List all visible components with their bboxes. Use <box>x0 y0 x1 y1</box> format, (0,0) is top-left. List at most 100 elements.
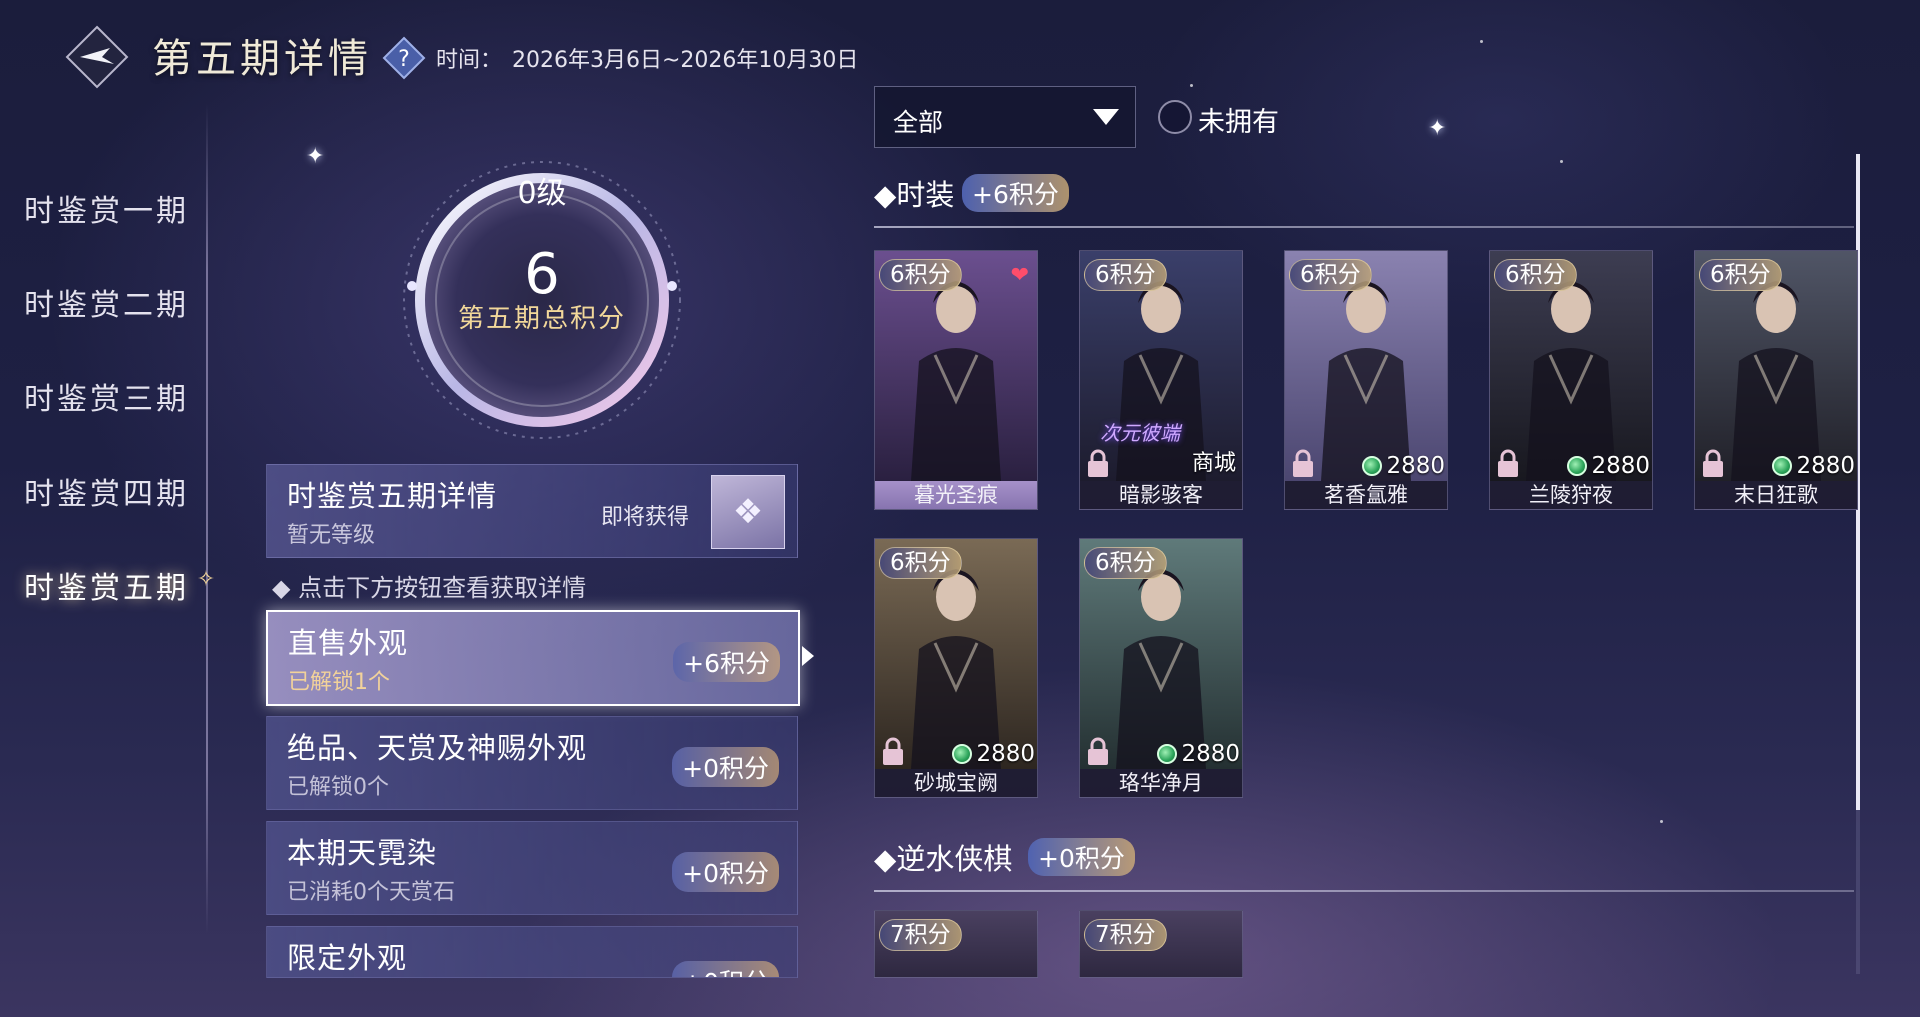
points-tag: 6积分 <box>1084 259 1167 291</box>
source-limited[interactable]: 限定外观 +0积分 <box>266 926 798 978</box>
hint-text: ◆ 点击下方按钮查看获取详情 <box>272 574 587 602</box>
outfit-name: 珞华净月 <box>1080 769 1242 797</box>
section-divider <box>874 890 1854 892</box>
price-value: 2880 <box>976 741 1035 767</box>
points-tag: 7积分 <box>879 919 962 951</box>
shop-label: 商城 <box>1191 451 1236 476</box>
lock-icon <box>881 737 905 767</box>
outfit-name: 暮光圣痕 <box>875 481 1037 509</box>
points-tag: 6积分 <box>1494 259 1577 291</box>
jade-coin-icon <box>1362 456 1383 476</box>
back-button[interactable] <box>64 24 130 90</box>
lock-icon <box>1086 737 1110 767</box>
price-value: 2880 <box>1386 453 1445 479</box>
price-value: 2880 <box>1796 453 1855 479</box>
lock-icon <box>1086 449 1110 479</box>
period-detail-panel[interactable]: 时鉴赏五期详情 暂无等级 即将获得 ❖ <box>266 464 798 558</box>
selected-arrow-icon <box>802 646 814 666</box>
brand-logo: 次元彼端 <box>1100 421 1180 445</box>
source-title: 本期天霓染 <box>287 836 438 870</box>
heart-icon: ❤ <box>1010 263 1029 288</box>
jade-coin-icon <box>952 744 973 764</box>
total-score-label: 第五期总积分 <box>457 304 626 334</box>
outfit-card[interactable]: 6积分 2880 末日狂歌 <box>1694 250 1858 510</box>
source-title: 直售外观 <box>288 626 409 660</box>
unowned-label[interactable]: 未拥有 <box>1198 100 1279 139</box>
price: 2880 <box>1567 453 1650 479</box>
chevron-down-icon <box>1093 109 1119 125</box>
jade-coin-icon <box>1157 744 1178 764</box>
detail-title: 时鉴赏五期详情 <box>287 479 498 513</box>
section-points: +0积分 <box>1028 838 1135 876</box>
sparkle-icon: ✦ <box>306 144 325 169</box>
section-title-chess: ◆逆水侠棋 <box>874 842 1013 876</box>
outfit-card[interactable]: 6积分 2880 珞华净月 <box>1079 538 1243 798</box>
dropdown-value: 全部 <box>893 108 944 137</box>
nav-item-period-2[interactable]: 时鉴赏二期 <box>24 280 189 324</box>
points-tag: 6积分 <box>1289 259 1372 291</box>
lock-icon <box>1291 449 1315 479</box>
nav-item-period-1[interactable]: 时鉴赏一期 <box>24 186 189 230</box>
price: 2880 <box>1362 453 1445 479</box>
section-title-fashion: ◆时装 <box>874 178 955 212</box>
score-ring: 0级 6 第五期总积分 <box>392 150 692 450</box>
source-status: 已解锁0个 <box>287 775 389 800</box>
active-marker-icon: ✧ <box>196 567 216 592</box>
source-points: +0积分 <box>672 852 779 892</box>
category-dropdown[interactable]: 全部 <box>874 86 1136 148</box>
soon-label: 即将获得 <box>601 505 690 530</box>
source-points: +6积分 <box>673 642 780 682</box>
page-title: 第五期详情 <box>152 36 372 82</box>
jade-coin-icon <box>1772 456 1793 476</box>
lock-icon <box>1496 449 1520 479</box>
source-dye[interactable]: 本期天霓染 已消耗0个天赏石 +0积分 <box>266 821 798 915</box>
nav-item-period-4[interactable]: 时鉴赏四期 <box>24 469 189 513</box>
chess-card[interactable]: 7积分 <box>1079 910 1243 978</box>
outfit-card[interactable]: 6积分 ❤ 暮光圣痕 <box>874 250 1038 510</box>
outfit-card[interactable]: 6积分 2880 茗香氲雅 <box>1284 250 1448 510</box>
outfit-name: 兰陵狩夜 <box>1490 481 1652 509</box>
level-text: 0级 <box>517 176 567 211</box>
points-tag: 6积分 <box>1084 547 1167 579</box>
reward-badge-icon[interactable]: ❖ <box>711 475 785 549</box>
section-divider <box>874 226 1854 228</box>
lock-icon <box>1701 449 1725 479</box>
jade-coin-icon <box>1567 456 1588 476</box>
outfit-name: 茗香氲雅 <box>1285 481 1447 509</box>
outfit-card[interactable]: 6积分 2880 砂城宝阙 <box>874 538 1038 798</box>
source-points: +0积分 <box>672 961 779 977</box>
source-title: 绝品、天赏及神赐外观 <box>287 731 588 765</box>
price-value: 2880 <box>1181 741 1240 767</box>
outfit-name: 砂城宝阙 <box>875 769 1037 797</box>
outfit-name: 末日狂歌 <box>1695 481 1857 509</box>
points-tag: 6积分 <box>879 259 962 291</box>
nav-divider <box>206 104 208 934</box>
source-points: +0积分 <box>672 747 779 787</box>
chess-card[interactable]: 7积分 <box>874 910 1038 978</box>
points-tag: 7积分 <box>1084 919 1167 951</box>
unowned-radio[interactable] <box>1158 100 1192 134</box>
outfit-name: 暗影骇客 <box>1080 481 1242 509</box>
price: 2880 <box>952 741 1035 767</box>
price: 2880 <box>1772 453 1855 479</box>
help-button[interactable]: ? <box>382 36 426 80</box>
price: 2880 <box>1157 741 1240 767</box>
back-arrow-icon <box>65 25 129 89</box>
outfit-card[interactable]: 6积分 2880 兰陵狩夜 <box>1489 250 1653 510</box>
source-direct-sale[interactable]: 直售外观 已解锁1个 +6积分 <box>266 610 814 706</box>
svg-text:?: ? <box>398 47 410 72</box>
section-points: +6积分 <box>962 174 1069 212</box>
price-value: 2880 <box>1591 453 1650 479</box>
sparkle-icon: ✦ <box>1428 116 1447 141</box>
nav-item-period-3[interactable]: 时鉴赏三期 <box>24 374 189 418</box>
detail-level: 暂无等级 <box>287 523 376 548</box>
points-tag: 6积分 <box>879 547 962 579</box>
points-tag: 6积分 <box>1699 259 1782 291</box>
source-premium[interactable]: 绝品、天赏及神赐外观 已解锁0个 +0积分 <box>266 716 798 810</box>
nav-item-period-5[interactable]: 时鉴赏五期 <box>24 563 189 607</box>
outfit-card[interactable]: 6积分次元彼端 商城暗影骇客 <box>1079 250 1243 510</box>
question-icon: ? <box>382 36 426 80</box>
date-label: 时间： <box>436 48 503 73</box>
date-range: 2026年3月6日~2026年10月30日 <box>512 48 859 73</box>
source-status: 已解锁1个 <box>288 670 390 695</box>
